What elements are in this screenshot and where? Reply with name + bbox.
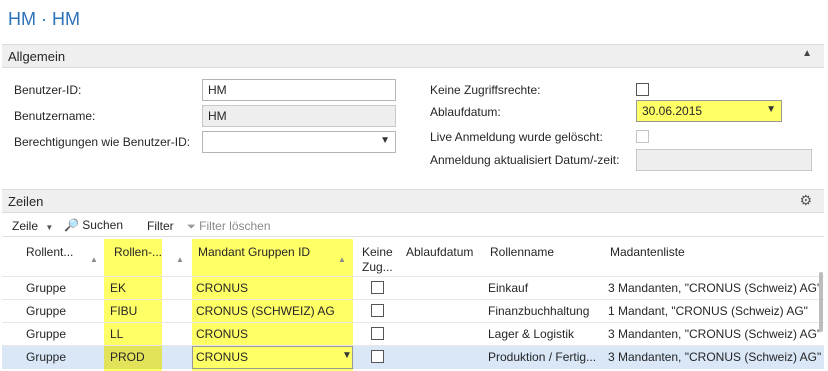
search-label: Suchen: [82, 218, 123, 232]
clear-filter-label: Filter löschen: [199, 219, 271, 233]
cell-client-group: CRONUS: [196, 281, 249, 295]
cell-role: FIBU: [110, 304, 138, 318]
user-name-label: Benutzername:: [14, 109, 96, 123]
cell-role-type: Gruppe: [26, 281, 67, 295]
no-access-checkbox[interactable]: [371, 304, 384, 317]
cell-role-name: Lager & Logistik: [488, 327, 575, 341]
live-login-deleted-checkbox: [636, 130, 649, 143]
column-header-no-access-line2: Zug...: [362, 260, 393, 274]
clear-filter-button[interactable]: ⏷ Filter löschen: [187, 219, 271, 234]
table-row[interactable]: Gruppe FIBU CRONUS (SCHWEIZ) AG Finanzbu…: [2, 300, 824, 322]
chevron-down-icon[interactable]: ▼: [766, 104, 776, 115]
section-general-header[interactable]: Allgemein ▲: [2, 44, 824, 68]
cell-client-list: 3 Mandanten, "CRONUS (Schweiz) AG",: [608, 327, 822, 341]
chevron-down-icon[interactable]: ▼: [342, 350, 352, 361]
funnel-clear-icon: ⏷: [187, 221, 196, 233]
divider: [2, 236, 824, 237]
cell-client-group: CRONUS (SCHWEIZ) AG: [196, 304, 335, 318]
no-access-checkbox[interactable]: [371, 327, 384, 340]
no-access-checkbox[interactable]: [636, 83, 649, 96]
column-header-role-name[interactable]: Rollenname: [490, 245, 554, 260]
section-general-label: Allgemein: [8, 49, 66, 64]
column-header-no-access[interactable]: Keine Zug...: [362, 245, 393, 275]
cell-role-name: Einkauf: [488, 281, 529, 295]
sort-up-icon: ▲: [338, 255, 346, 264]
chevron-up-icon[interactable]: ▲: [802, 48, 812, 59]
sort-up-icon: ▲: [90, 255, 98, 264]
live-login-deleted-label: Live Anmeldung wurde gelöscht:: [430, 130, 603, 144]
cell-role-type: Gruppe: [26, 304, 67, 318]
user-name-field[interactable]: HM: [202, 105, 396, 127]
user-id-label: Benutzer-ID:: [14, 83, 82, 97]
binoculars-icon: 🔎: [64, 218, 79, 232]
cell-role-name: Produktion / Fertig...: [488, 350, 597, 364]
column-header-role[interactable]: Rollen-...: [114, 245, 162, 260]
no-access-checkbox[interactable]: [371, 350, 384, 363]
cell-role: LL: [110, 327, 124, 341]
cell-role: EK: [110, 281, 127, 295]
column-header-no-access-line1: Keine: [362, 245, 393, 259]
login-updated-label: Anmeldung aktualisiert Datum/-zeit:: [430, 153, 620, 167]
permissions-as-label: Berechtigungen wie Benutzer-ID:: [14, 135, 191, 149]
lines-menu-label: Zeile: [12, 219, 39, 233]
column-header-client-group[interactable]: Mandant Gruppen ID: [198, 245, 310, 260]
section-lines-header[interactable]: Zeilen ⚙: [2, 189, 824, 213]
section-lines-label: Zeilen: [8, 194, 44, 209]
cell-client-list: 1 Mandant, "CRONUS (Schweiz) AG": [608, 304, 808, 318]
no-access-checkbox[interactable]: [371, 281, 384, 294]
cell-client-list: 3 Mandanten, "CRONUS (Schweiz) AG",: [608, 281, 822, 295]
cell-client-group: CRONUS: [196, 350, 249, 364]
page-title: HM · HM: [8, 9, 80, 29]
cell-role: PROD: [110, 350, 145, 364]
expiry-date-label: Ablaufdatum:: [430, 105, 501, 119]
table-row[interactable]: Gruppe EK CRONUS Einkauf 3 Mandanten, "C…: [2, 277, 824, 299]
vertical-scrollbar[interactable]: [819, 272, 823, 332]
table-row-selected[interactable]: Gruppe PROD CRONUS ▼ Produktion / Fertig…: [2, 346, 824, 369]
expiry-date-dropdown[interactable]: 30.06.2015 ▼: [636, 100, 782, 122]
cell-role-type: Gruppe: [26, 327, 67, 341]
column-header-expiry[interactable]: Ablaufdatum: [406, 245, 473, 260]
cell-client-group: CRONUS: [196, 327, 249, 341]
lines-menu-button[interactable]: Zeile ▼: [12, 219, 53, 233]
chevron-down-icon[interactable]: ▼: [380, 135, 390, 146]
expiry-date-value: 30.06.2015: [642, 104, 703, 118]
user-id-field[interactable]: HM: [202, 79, 396, 101]
sort-up-icon: ▲: [176, 255, 184, 264]
cell-client-list: 3 Mandanten, "CRONUS (Schweiz) AG",: [608, 350, 822, 364]
login-updated-field: [636, 149, 812, 171]
column-header-role-type[interactable]: Rollent...: [26, 245, 73, 260]
gears-icon[interactable]: ⚙: [799, 192, 812, 209]
table-row[interactable]: Gruppe LL CRONUS Lager & Logistik 3 Mand…: [2, 323, 824, 345]
no-access-label: Keine Zugriffsrechte:: [430, 83, 541, 97]
column-header-client-list[interactable]: Madantenliste: [610, 245, 685, 260]
search-button[interactable]: 🔎 Suchen: [64, 218, 123, 232]
chevron-down-icon: ▼: [45, 223, 54, 232]
permissions-as-dropdown[interactable]: ▼: [202, 131, 396, 153]
cell-role-type: Gruppe: [26, 350, 67, 364]
cell-role-name: Finanzbuchhaltung: [488, 304, 590, 318]
filter-button[interactable]: Filter: [147, 219, 174, 233]
